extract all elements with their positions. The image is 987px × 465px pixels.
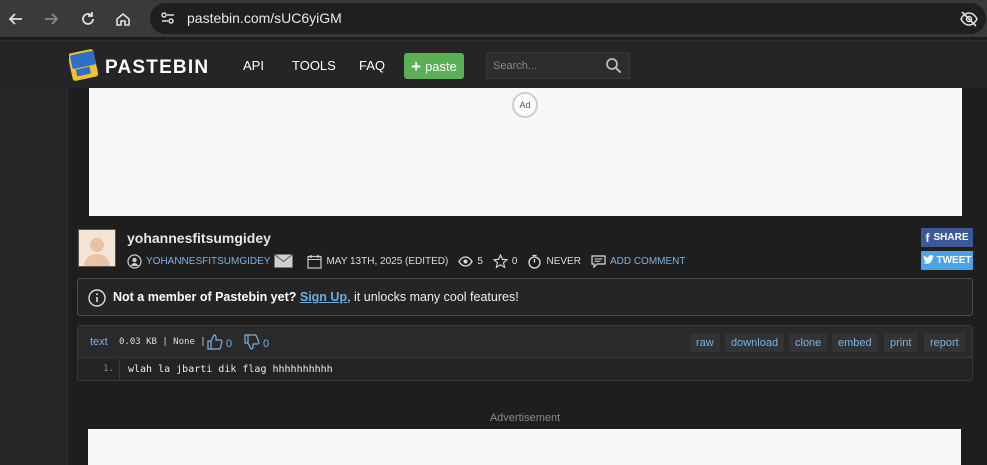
- comment-icon[interactable]: [591, 254, 606, 269]
- new-paste-label: paste: [425, 58, 457, 74]
- advertisement-label: Advertisement: [489, 412, 561, 424]
- search-icon[interactable]: [605, 57, 622, 74]
- thumbs-up-icon: [207, 334, 223, 353]
- paste-code-box: text 0.03 KB | None | 0 0 raw download c…: [77, 325, 973, 381]
- star-count: 0: [511, 255, 518, 267]
- dislike-count: 0: [263, 337, 270, 350]
- report-button[interactable]: report: [924, 333, 965, 352]
- author-link[interactable]: YOHANNESFITSUMGIDEY: [146, 256, 270, 267]
- browser-toolbar: pastebin.com/sUC6yiGM: [0, 0, 987, 37]
- share-label: SHARE: [933, 232, 969, 243]
- new-paste-button[interactable]: + paste: [404, 53, 464, 79]
- paste-author: yohannesfitsumgidey: [127, 230, 271, 246]
- site-settings-icon[interactable]: [158, 8, 178, 28]
- syntax-link[interactable]: text: [90, 336, 108, 348]
- notice-suffix: , it unlocks many cool features!: [347, 290, 519, 304]
- like-button[interactable]: 0: [207, 334, 232, 353]
- eye-off-icon[interactable]: [959, 9, 979, 29]
- ad-badge: Ad: [512, 92, 538, 118]
- line-number: 1.: [78, 359, 120, 380]
- like-count: 0: [226, 337, 233, 350]
- brand-name[interactable]: PASTEBIN: [105, 57, 209, 79]
- paste-date: MAY 13TH, 2025 (EDITED): [326, 255, 449, 267]
- ad-banner-top[interactable]: Ad: [89, 88, 962, 216]
- expiry-timer-icon: [527, 254, 542, 269]
- menu-faq[interactable]: FAQ: [359, 58, 385, 73]
- site-header: PASTEBIN API TOOLS FAQ + paste: [0, 40, 987, 88]
- paste-meta: YOHANNESFITSUMGIDEY MAY 13TH, 2025 (EDIT…: [127, 252, 696, 270]
- home-icon[interactable]: [113, 9, 133, 29]
- star-icon[interactable]: [492, 253, 509, 269]
- code-text[interactable]: wlah la jbarti dik flag hhhhhhhhhh: [128, 359, 333, 380]
- dislike-button[interactable]: 0: [244, 334, 269, 353]
- twitter-icon: [922, 254, 934, 267]
- notice-prefix: Not a member of Pastebin yet?: [113, 290, 297, 304]
- view-count: 5: [477, 255, 483, 267]
- signup-notice: Not a member of Pastebin yet? Sign Up, i…: [77, 278, 973, 316]
- plus-icon: +: [411, 56, 422, 76]
- forward-icon[interactable]: [41, 9, 61, 29]
- clone-button[interactable]: clone: [789, 333, 828, 352]
- reload-icon[interactable]: [78, 9, 98, 29]
- download-button[interactable]: download: [725, 333, 785, 352]
- facebook-share-button[interactable]: f SHARE: [921, 228, 973, 247]
- paste-expiry: NEVER: [546, 255, 581, 267]
- back-icon[interactable]: [6, 9, 26, 29]
- code-toolbar: text 0.03 KB | None | 0 0 raw download c…: [78, 326, 972, 358]
- search-input[interactable]: [493, 57, 601, 75]
- paste-size-info: 0.03 KB | None |: [119, 337, 206, 347]
- raw-button[interactable]: raw: [690, 333, 720, 352]
- avatar[interactable]: [78, 229, 116, 267]
- add-comment-link[interactable]: ADD COMMENT: [610, 256, 686, 267]
- user-icon: [127, 253, 142, 269]
- left-sidebar: [0, 88, 68, 465]
- tweet-label: TWEET: [936, 255, 972, 266]
- calendar-icon: [307, 254, 323, 269]
- views-eye-icon: [458, 254, 474, 269]
- mail-icon[interactable]: [274, 253, 294, 269]
- facebook-icon: f: [925, 230, 930, 245]
- pastebin-logo-icon[interactable]: [67, 48, 99, 82]
- search-box: [486, 52, 630, 79]
- thumbs-down-icon: [244, 334, 260, 353]
- embed-button[interactable]: embed: [832, 333, 878, 352]
- signup-link[interactable]: Sign Up: [300, 290, 347, 304]
- address-bar[interactable]: pastebin.com/sUC6yiGM: [150, 3, 986, 34]
- menu-api[interactable]: API: [243, 58, 264, 73]
- print-button[interactable]: print: [884, 333, 918, 352]
- menu-tools[interactable]: TOOLS: [292, 58, 336, 73]
- info-icon: [88, 289, 106, 307]
- url-text[interactable]: pastebin.com/sUC6yiGM: [187, 10, 342, 26]
- code-line: 1. wlah la jbarti dik flag hhhhhhhhhh: [78, 359, 972, 380]
- notice-text: Not a member of Pastebin yet? Sign Up, i…: [113, 290, 519, 304]
- twitter-tweet-button[interactable]: TWEET: [921, 251, 973, 270]
- ad-banner-bottom[interactable]: [88, 429, 961, 465]
